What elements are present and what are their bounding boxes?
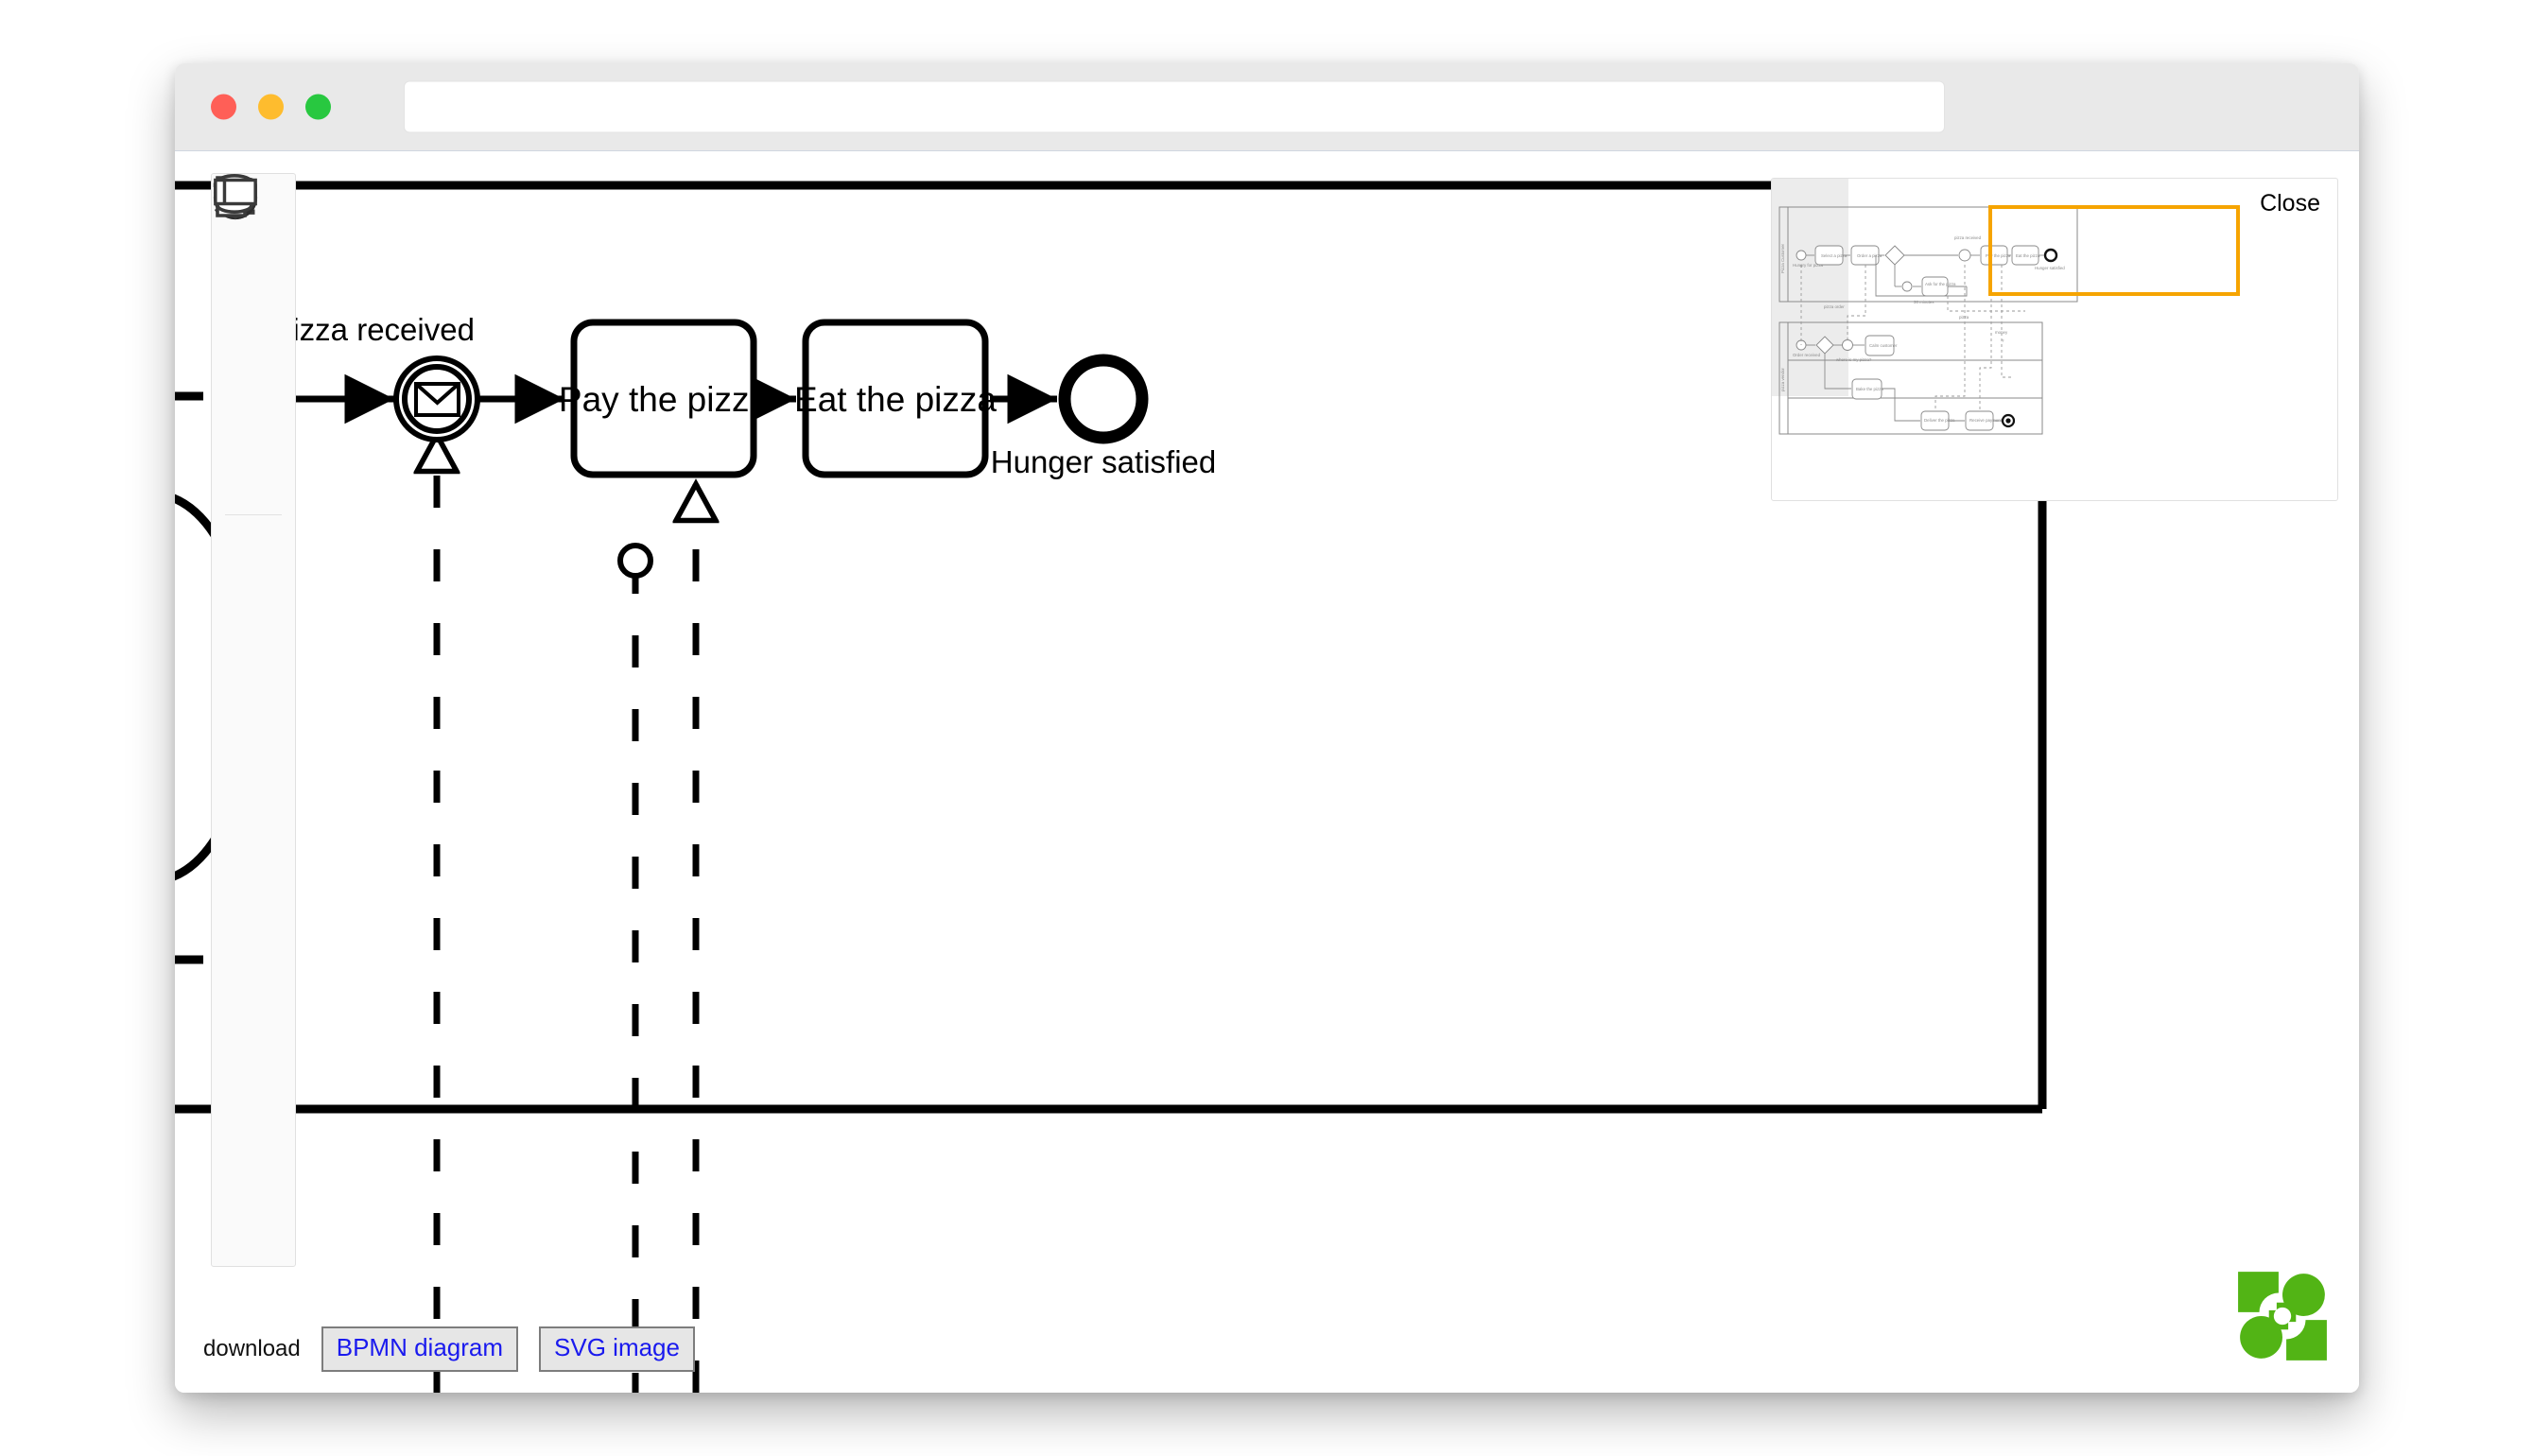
- minimap-panel[interactable]: Close Hungry for pizza Select a pizza Or…: [1771, 178, 2338, 501]
- global-connect-tool-button[interactable]: [212, 179, 295, 511]
- create-start-event-button[interactable]: [212, 176, 295, 602]
- create-data-store-button[interactable]: [212, 174, 295, 1171]
- bpmn-io-logo-icon: [2238, 1272, 2327, 1361]
- hunger-satisfied-label: Hunger satisfied: [991, 444, 1216, 479]
- svg-text:Order a pizza: Order a pizza: [1857, 253, 1882, 258]
- svg-text:Receive payment: Receive payment: [1969, 418, 2003, 423]
- browser-titlebar: [175, 63, 2359, 151]
- svg-text:Hungry for pizza: Hungry for pizza: [1793, 263, 1824, 268]
- svg-text:pizza received: pizza received: [1954, 235, 1982, 240]
- maximize-window-button[interactable]: [305, 94, 331, 120]
- download-label: download: [203, 1336, 301, 1362]
- message-flow-source-marker: [617, 543, 653, 579]
- svg-text:Select a pizza: Select a pizza: [1821, 253, 1848, 258]
- create-subprocess-button[interactable]: [212, 177, 295, 1009]
- create-gateway-button[interactable]: [212, 175, 295, 846]
- svg-text:Bake the pizza: Bake the pizza: [1856, 387, 1883, 391]
- svg-text:pizza order: pizza order: [1824, 304, 1845, 309]
- svg-text:Deliver the pizza: Deliver the pizza: [1924, 418, 1955, 423]
- create-participant-button[interactable]: [212, 178, 295, 1253]
- svg-text:pizza vendor: pizza vendor: [1780, 368, 1785, 391]
- message-flows[interactable]: [437, 435, 696, 1393]
- create-intermediate-event-button[interactable]: [212, 176, 295, 684]
- create-data-object-button[interactable]: [212, 176, 295, 1090]
- space-tool-button[interactable]: [212, 176, 295, 429]
- svg-text:money: money: [1995, 330, 2008, 335]
- svg-text:30 minutes: 30 minutes: [1914, 300, 1934, 304]
- browser-window: pizza received Pay the pizza Eat the piz…: [175, 63, 2359, 1393]
- window-controls: [211, 94, 331, 120]
- end-event[interactable]: [1058, 354, 1149, 444]
- minimap-viewport-rect[interactable]: [1988, 205, 2240, 296]
- bpmn-palette[interactable]: [211, 173, 296, 1267]
- download-bpmn-diagram-link[interactable]: BPMN diagram: [321, 1326, 519, 1372]
- create-task-button[interactable]: [212, 178, 295, 927]
- svg-text:Ask for the pizza: Ask for the pizza: [1925, 282, 1956, 286]
- close-window-button[interactable]: [211, 94, 236, 120]
- svg-text:pizza: pizza: [1959, 315, 1969, 320]
- svg-text:Calm customer: Calm customer: [1869, 343, 1898, 348]
- minimize-window-button[interactable]: [258, 94, 284, 120]
- minimap-close-button[interactable]: Close: [2260, 190, 2320, 217]
- svg-text:Pizza Customer: Pizza Customer: [1780, 243, 1785, 273]
- url-input[interactable]: [404, 80, 1945, 133]
- svg-text:where is my pizza?: where is my pizza?: [1836, 357, 1872, 362]
- lasso-tool-button[interactable]: [212, 175, 295, 348]
- bpmn-io-logo[interactable]: [2234, 1268, 2331, 1364]
- download-bar: download BPMN diagram SVG image: [203, 1326, 695, 1372]
- screenshot-root: pizza received Pay the pizza Eat the piz…: [0, 0, 2533, 1456]
- intermediate-message-catch-event[interactable]: [393, 355, 480, 442]
- download-svg-image-link[interactable]: SVG image: [539, 1326, 695, 1372]
- svg-text:?: ?: [2002, 338, 2004, 343]
- palette-divider: [225, 514, 282, 515]
- task-pay-label: Pay the pizza: [559, 380, 770, 419]
- svg-text:Order received: Order received: [1793, 353, 1821, 357]
- create-end-event-button[interactable]: [212, 175, 295, 765]
- bpmn-canvas[interactable]: pizza received Pay the pizza Eat the piz…: [175, 151, 2359, 1393]
- task-eat-label: Eat the pizza: [794, 380, 997, 419]
- pizza-received-label: pizza received: [275, 312, 475, 347]
